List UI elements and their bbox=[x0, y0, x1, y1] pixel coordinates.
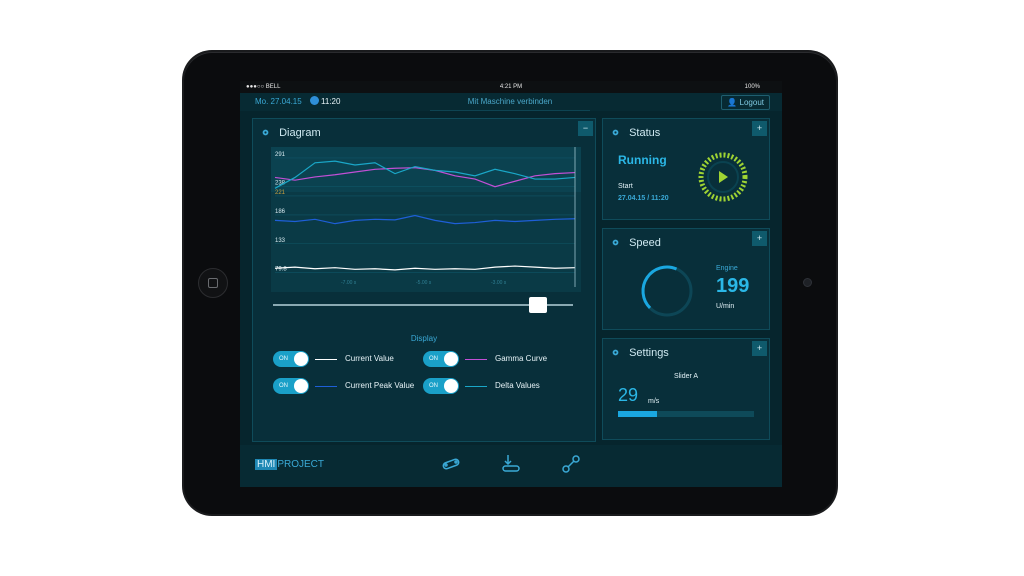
chain-icon[interactable] bbox=[560, 453, 582, 475]
gear-icon bbox=[262, 129, 269, 136]
speed-panel: Speed + Engine 199 U/min bbox=[602, 228, 770, 330]
toggle-knob bbox=[294, 352, 308, 366]
display-title: Display bbox=[410, 334, 438, 343]
gear-icon bbox=[612, 349, 619, 356]
slider-label: Slider A bbox=[673, 373, 699, 380]
clock: 4:21 PM bbox=[499, 84, 523, 90]
user-icon: 👤 bbox=[727, 98, 738, 107]
running-indicator-icon bbox=[698, 152, 748, 202]
toggle-knob bbox=[444, 379, 458, 393]
gear-icon bbox=[612, 129, 619, 136]
display-toggle[interactable]: ON bbox=[273, 378, 309, 394]
gear-icon bbox=[612, 239, 619, 246]
legend-swatch bbox=[465, 359, 487, 360]
machine-icon[interactable] bbox=[500, 453, 522, 475]
home-button[interactable] bbox=[198, 268, 228, 298]
time-slider[interactable] bbox=[273, 297, 573, 313]
engine-unit: U/min bbox=[716, 303, 735, 310]
engine-label: Engine bbox=[716, 265, 738, 272]
clock-icon bbox=[310, 96, 319, 105]
x-tick-label: -7.00 s bbox=[341, 280, 357, 286]
legend-label: Gamma Curve bbox=[495, 354, 548, 363]
date-label: Mo. 27.04.15 bbox=[255, 97, 302, 106]
screen: ●●●○○ BELL 4:21 PM 100% Mo. 27.04.15 11:… bbox=[240, 81, 782, 487]
hmi-logo: HMI PROJECT bbox=[255, 459, 325, 470]
toggle-state: ON bbox=[279, 356, 288, 362]
speed-expand-button[interactable]: + bbox=[752, 231, 767, 246]
legend-label: Current Peak Value bbox=[345, 381, 415, 390]
legend-label: Current Value bbox=[345, 354, 394, 363]
toggle-state: ON bbox=[279, 383, 288, 389]
speed-gauge bbox=[641, 265, 693, 317]
toggle-knob bbox=[444, 352, 458, 366]
settings-slider[interactable] bbox=[618, 411, 754, 417]
slider-unit: m/s bbox=[648, 398, 660, 405]
legend-label: Delta Values bbox=[495, 381, 540, 390]
start-label: Start bbox=[618, 183, 633, 190]
toggle-knob bbox=[294, 379, 308, 393]
conveyor-icon[interactable] bbox=[440, 453, 462, 475]
y-tick-label: 133 bbox=[275, 238, 286, 244]
ios-status-bar: ●●●○○ BELL 4:21 PM 100% bbox=[240, 81, 782, 93]
top-bar: Mo. 27.04.15 11:20 Mit Maschine verbinde… bbox=[240, 93, 782, 111]
diagram-title: Diagram bbox=[261, 127, 321, 139]
settings-panel: Settings + Slider A 29 m/s bbox=[602, 338, 770, 440]
y-tick-label: 186 bbox=[275, 209, 286, 215]
settings-expand-button[interactable]: + bbox=[752, 341, 767, 356]
battery: 100% bbox=[744, 84, 760, 90]
settings-title: Settings bbox=[611, 347, 669, 359]
x-tick-label: -5.00 s bbox=[416, 280, 432, 286]
bottom-bar: HMI PROJECT bbox=[240, 445, 782, 487]
status-title: Status bbox=[611, 127, 660, 139]
x-tick-label: -3.00 s bbox=[491, 280, 507, 286]
logout-button[interactable]: 👤 Logout bbox=[721, 95, 770, 110]
slider-thumb[interactable] bbox=[529, 297, 547, 313]
slider-fill bbox=[618, 411, 658, 417]
start-value: 27.04.15 / 11:20 bbox=[618, 195, 669, 202]
diagram-chart: 29123822118613379.8-7.00 s -5.00 s -3.00 s bbox=[271, 147, 581, 292]
display-toggle[interactable]: ON bbox=[423, 351, 459, 367]
slider-value: 29 bbox=[618, 385, 639, 405]
y-tick-label: 221 bbox=[275, 190, 286, 196]
collapse-button[interactable]: − bbox=[578, 121, 593, 136]
camera bbox=[803, 278, 812, 287]
status-expand-button[interactable]: + bbox=[752, 121, 767, 136]
y-tick-label: 291 bbox=[275, 152, 286, 158]
connect-machine-button[interactable]: Mit Maschine verbinden bbox=[430, 94, 590, 111]
display-toggle[interactable]: ON bbox=[423, 378, 459, 394]
diagram-panel: Diagram − 291 238 221 186 133 79.8 -7.00 s -5.0… bbox=[252, 118, 596, 442]
legend-swatch bbox=[465, 386, 487, 387]
status-panel: Status + Running Start 27.04.15 / 11:20 bbox=[602, 118, 770, 220]
legend-swatch bbox=[315, 359, 337, 360]
status-state: Running bbox=[618, 153, 667, 167]
engine-value: 199 bbox=[716, 275, 750, 297]
legend-swatch bbox=[315, 386, 337, 387]
speed-title: Speed bbox=[611, 237, 661, 249]
toggle-state: ON bbox=[429, 356, 438, 362]
display-toggle[interactable]: ON bbox=[273, 351, 309, 367]
toggle-state: ON bbox=[429, 383, 438, 389]
time-label: 11:20 bbox=[310, 93, 340, 111]
